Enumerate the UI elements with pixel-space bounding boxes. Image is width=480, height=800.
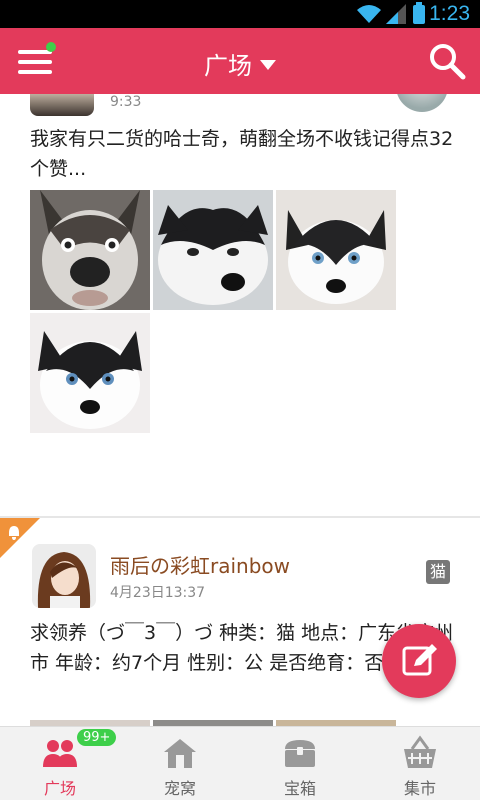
signal-icon: [386, 4, 406, 24]
nav-market[interactable]: 集市: [360, 727, 480, 800]
caret-down-icon: [260, 60, 276, 70]
section-dropdown[interactable]: 广场: [0, 46, 480, 81]
nav-pet-home[interactable]: 宠窝: [120, 727, 240, 800]
edit-icon: [402, 644, 437, 676]
post-photo[interactable]: [276, 190, 396, 310]
avatar[interactable]: [30, 94, 94, 116]
dog-photo-icon: [276, 190, 396, 310]
battery-icon: [413, 2, 425, 24]
people-icon: [43, 740, 77, 767]
avatar[interactable]: [396, 94, 448, 112]
post-time: 9:33: [110, 94, 142, 110]
post-photo[interactable]: [30, 190, 150, 310]
status-bar: 1:23: [0, 0, 480, 28]
app-header: 广场: [0, 28, 480, 94]
house-icon: [164, 739, 196, 768]
dog-photo-icon: [30, 190, 150, 310]
wifi-icon: [357, 5, 381, 23]
nav-label: 宝箱: [283, 779, 316, 798]
user-avatar-icon: [32, 544, 96, 608]
nav-treasure-box[interactable]: 宝箱: [240, 727, 360, 800]
dog-photo-icon: [30, 313, 150, 433]
nav-label: 集市: [403, 779, 436, 798]
post-photo[interactable]: [153, 190, 273, 310]
search-icon[interactable]: [428, 42, 466, 80]
compose-button[interactable]: [382, 624, 456, 698]
avatar[interactable]: [32, 544, 96, 608]
notification-badge: 99+: [77, 729, 117, 746]
category-badge: 猫: [426, 560, 450, 584]
nav-label: 宠窝: [163, 779, 196, 798]
nav-label: 广场: [43, 779, 76, 798]
post-photo[interactable]: [30, 313, 150, 433]
basket-icon: [404, 735, 436, 768]
dog-photo-icon: [153, 190, 273, 310]
page-title: 广场: [204, 52, 252, 80]
username[interactable]: 雨后の彩虹rainbow: [110, 550, 290, 579]
post-time: 4月23日13:37: [110, 585, 206, 601]
post-text: 我家有只二货的哈士奇，萌翻全场不收钱记得点32个赞...: [30, 128, 454, 180]
status-time: 1:23: [429, 2, 470, 25]
nav-square[interactable]: 99+ 广场: [0, 727, 120, 800]
bottom-nav: 99+ 广场 宠窝 宝箱 集市: [0, 726, 480, 800]
treasure-chest-icon: [285, 740, 315, 767]
